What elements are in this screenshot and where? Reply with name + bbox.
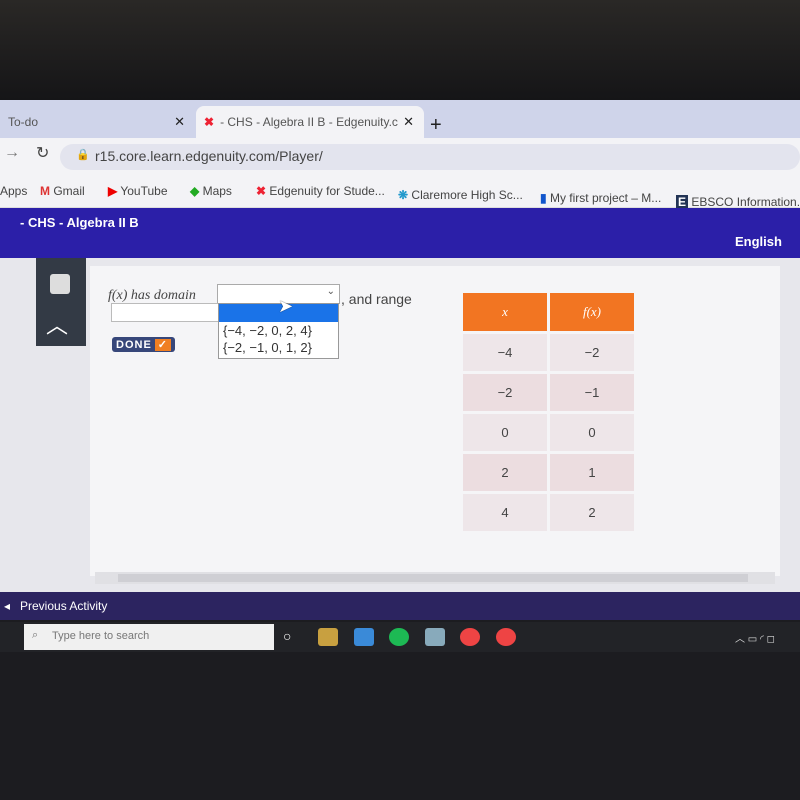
bookmark-label: Maps xyxy=(202,184,232,198)
question-prefix: f(x) has domain xyxy=(108,288,196,303)
language-select[interactable]: English xyxy=(735,234,782,249)
toolbar: ︿ xyxy=(36,258,86,346)
previous-label: Previous Activity xyxy=(20,599,108,613)
cell: 2 xyxy=(463,454,547,491)
table-row: 00 xyxy=(463,414,634,451)
chevron-up-icon[interactable]: ︿ xyxy=(46,308,68,340)
chrome-icon[interactable] xyxy=(496,628,516,646)
search-placeholder: Type here to search xyxy=(52,630,150,642)
cell: 2 xyxy=(550,494,634,531)
cortana-icon[interactable]: ○ xyxy=(283,628,303,646)
close-icon[interactable]: ✕ xyxy=(174,114,185,130)
table-row: −4 −2 xyxy=(463,334,634,371)
scrollbar-thumb[interactable] xyxy=(118,574,748,582)
url-text: r15.core.learn.edgenuity.com/Player/ xyxy=(95,148,323,164)
range-dropdown[interactable] xyxy=(111,303,219,322)
previous-activity-button[interactable]: ◂ Previous Activity xyxy=(0,592,800,620)
cell: 0 xyxy=(463,414,547,451)
url-input[interactable]: 🔒 r15.core.learn.edgenuity.com/Player/ xyxy=(60,144,800,170)
taskbar-search[interactable]: ⌕ Type here to search xyxy=(24,624,274,650)
lock-icon: 🔒 xyxy=(76,149,90,161)
cell: −2 xyxy=(550,334,634,371)
table-row: −2 −1 xyxy=(463,374,634,411)
bookmark-claremore[interactable]: ❋ Claremore High Sc... xyxy=(398,188,523,202)
bookmark-label: Edgenuity for Stude... xyxy=(269,184,385,198)
tab-edgenuity[interactable]: ✖ - CHS - Algebra II B - Edgenuity.c ✕ xyxy=(196,106,424,138)
bookmark-gmail[interactable]: M Gmail xyxy=(40,184,85,198)
new-tab-button[interactable]: + xyxy=(430,114,442,137)
cell: 4 xyxy=(463,494,547,531)
bookmark-label: YouTube xyxy=(120,184,168,198)
done-button[interactable]: DONE ✓ xyxy=(112,337,175,352)
tab-bar: To-do ✕ ✖ - CHS - Algebra II B - Edgenuity… xyxy=(0,100,800,138)
bookmark-project[interactable]: ▮ My first project – M... xyxy=(540,191,661,205)
table-row: 42 xyxy=(463,494,634,531)
question-middle: , and range xyxy=(341,291,412,307)
column-header: x xyxy=(463,293,547,331)
forward-icon[interactable]: → xyxy=(4,144,20,162)
done-label: DONE xyxy=(116,339,152,351)
reload-icon[interactable]: ↻ xyxy=(36,143,49,163)
bookmark-edgenuity[interactable]: ✖ Edgenuity for Stude... xyxy=(256,184,385,198)
dropdown-option[interactable]: {−2, −1, 0, 1, 2} xyxy=(219,339,338,356)
system-tray[interactable]: ︿ ▭ ◜ ◻ xyxy=(735,630,775,645)
bookmark-label: Claremore High Sc... xyxy=(411,188,523,202)
bookmark-apps[interactable]: Apps xyxy=(0,184,27,198)
chrome-icon[interactable] xyxy=(460,628,480,646)
tab-label: - CHS - Algebra II B - Edgenuity.c xyxy=(220,115,398,129)
bookmark-label: EBSCO Information... xyxy=(691,195,800,209)
course-title: - CHS - Algebra II B xyxy=(20,215,139,230)
close-icon[interactable]: ✕ xyxy=(403,114,414,130)
cell: 0 xyxy=(550,414,634,451)
chevron-left-icon: ◂ xyxy=(4,599,11,613)
tab-todo[interactable]: To-do ✕ xyxy=(0,106,195,138)
spotify-icon[interactable] xyxy=(389,628,409,646)
calculator-icon[interactable] xyxy=(50,274,70,294)
cell: −1 xyxy=(550,374,634,411)
column-header: f(x) xyxy=(550,293,634,331)
store-icon[interactable] xyxy=(318,628,338,646)
bookmark-label: Gmail xyxy=(53,184,85,198)
app-icon[interactable] xyxy=(425,628,445,646)
function-table: x f(x) −4 −2 −2 −1 00 21 42 xyxy=(460,290,637,534)
cell: −2 xyxy=(463,374,547,411)
bookmark-youtube[interactable]: ▶ YouTube xyxy=(108,184,168,198)
mail-icon[interactable] xyxy=(354,628,374,646)
dropdown-option[interactable]: {−4, −2, 0, 2, 4} xyxy=(219,322,338,339)
chevron-down-icon: ⌄ xyxy=(326,286,335,297)
background xyxy=(0,0,800,100)
bookmark-maps[interactable]: ◆ Maps xyxy=(190,184,232,198)
cell: −4 xyxy=(463,334,547,371)
bookmark-label: My first project – M... xyxy=(549,191,662,205)
edgenuity-logo-icon: ✖ xyxy=(204,115,215,129)
check-icon: ✓ xyxy=(154,339,171,351)
bookmark-ebsco[interactable]: E EBSCO Information... xyxy=(676,195,800,209)
cursor-icon: ➤ xyxy=(278,296,294,316)
cell: 1 xyxy=(550,454,634,491)
search-icon: ⌕ xyxy=(32,629,39,641)
tab-label: To-do xyxy=(8,115,39,129)
table-row: 21 xyxy=(463,454,634,491)
